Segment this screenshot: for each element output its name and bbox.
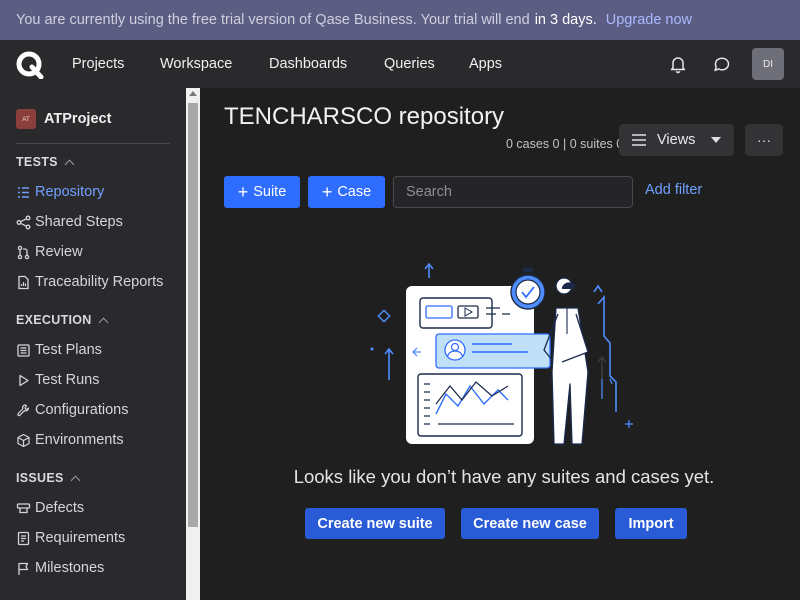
sidebar-item-test-plans[interactable]: Test Plans [16,340,102,360]
empty-state-message: Looks like you don’t have any suites and… [293,466,715,487]
project-switcher[interactable]: AT ATProject [16,109,111,129]
trial-days-remaining: in 3 days. [534,12,597,28]
section-execution-label: EXECUTION [16,313,92,327]
share-nodes-icon [16,215,31,229]
add-case-button[interactable]: + Case [308,176,385,208]
sidebar-item-label: Traceability Reports [35,274,164,290]
sidebar-item-shared-steps[interactable]: Shared Steps [16,212,123,232]
qase-logo-icon[interactable] [16,51,44,79]
section-tests-label: TESTS [16,155,58,169]
sidebar-item-environments[interactable]: Environments [16,430,124,450]
empty-state-illustration [370,262,633,445]
nav-dashboards[interactable]: Dashboards [269,40,347,88]
chevron-up-icon [70,475,81,485]
search-input[interactable] [393,176,633,208]
section-issues-label: ISSUES [16,471,64,485]
import-button[interactable]: Import [615,508,687,539]
sidebar-item-configurations[interactable]: Configurations [16,400,129,420]
report-file-icon [18,275,29,289]
section-tests[interactable]: TESTS [16,155,75,169]
nav-queries[interactable]: Queries [384,40,435,88]
user-avatar[interactable]: DI [752,48,784,80]
sidebar-item-traceability-reports[interactable]: Traceability Reports [16,272,163,292]
caret-down-icon [711,137,722,143]
project-name: ATProject [44,111,112,127]
nav-workspace[interactable]: Workspace [160,40,232,88]
section-issues[interactable]: ISSUES [16,471,81,485]
more-dots-icon: ··· [757,132,771,148]
sidebar-item-repository[interactable]: Repository [16,182,104,202]
create-new-suite-button[interactable]: Create new suite [305,508,445,539]
sidebar-item-label: Shared Steps [35,214,123,230]
plus-icon: + [237,182,249,202]
chevron-up-icon [98,317,109,327]
sidebar-item-label: Defects [35,500,85,516]
sidebar-item-label: Requirements [35,530,126,546]
sidebar-divider [16,143,170,144]
sidebar-item-label: Environments [35,432,124,448]
page-title: TENCHARSCO repository [224,103,505,130]
checklist-icon [17,343,30,357]
defect-icon [16,502,31,513]
cube-icon [17,433,30,447]
sidebar-scroll-thumb[interactable] [188,103,198,527]
wrench-icon [17,403,30,416]
more-options-button[interactable]: ··· [745,124,783,156]
trial-banner-text: You are currently using the free trial v… [16,12,530,28]
create-new-case-button[interactable]: Create new case [461,508,599,539]
sidebar-item-milestones[interactable]: Milestones [16,558,104,578]
flag-icon [18,562,29,575]
add-case-label: Case [337,184,372,200]
play-icon [19,374,29,386]
sidebar-item-label: Milestones [35,560,105,576]
menu-lines-icon [632,134,646,146]
sidebar-item-requirements[interactable]: Requirements [16,528,125,548]
trial-banner: You are currently using the free trial v… [0,0,800,40]
bell-icon[interactable] [668,54,688,74]
scroll-up-arrow-icon[interactable] [189,91,197,96]
plus-icon: + [321,182,333,202]
merge-icon [17,245,30,259]
list-tree-icon [18,186,29,198]
add-suite-label: Suite [253,184,287,200]
sidebar-item-test-runs[interactable]: Test Runs [16,370,99,390]
repository-counts: 0 cases 0 | 0 suites 0 [506,137,624,151]
sidebar-item-label: Test Runs [35,372,100,388]
section-execution[interactable]: EXECUTION [16,313,109,327]
sidebar-item-label: Configurations [35,402,129,418]
views-dropdown[interactable]: Views [619,124,734,156]
top-nav: Projects Workspace Dashboards Queries Ap… [0,40,800,88]
project-badge: AT [16,109,36,129]
sidebar-item-defects[interactable]: Defects [16,498,84,518]
views-label: Views [657,132,696,148]
sidebar-item-label: Review [35,244,83,260]
sidebar-item-review[interactable]: Review [16,242,83,262]
nav-projects[interactable]: Projects [72,40,124,88]
sidebar-item-label: Test Plans [35,342,102,358]
add-filter-link[interactable]: Add filter [645,182,702,198]
document-icon [17,531,30,545]
upgrade-link[interactable]: Upgrade now [606,12,692,28]
nav-apps[interactable]: Apps [469,40,502,88]
sidebar-item-label: Repository [35,184,105,200]
chat-icon[interactable] [712,54,732,74]
chevron-up-icon [64,159,75,169]
add-suite-button[interactable]: + Suite [224,176,300,208]
